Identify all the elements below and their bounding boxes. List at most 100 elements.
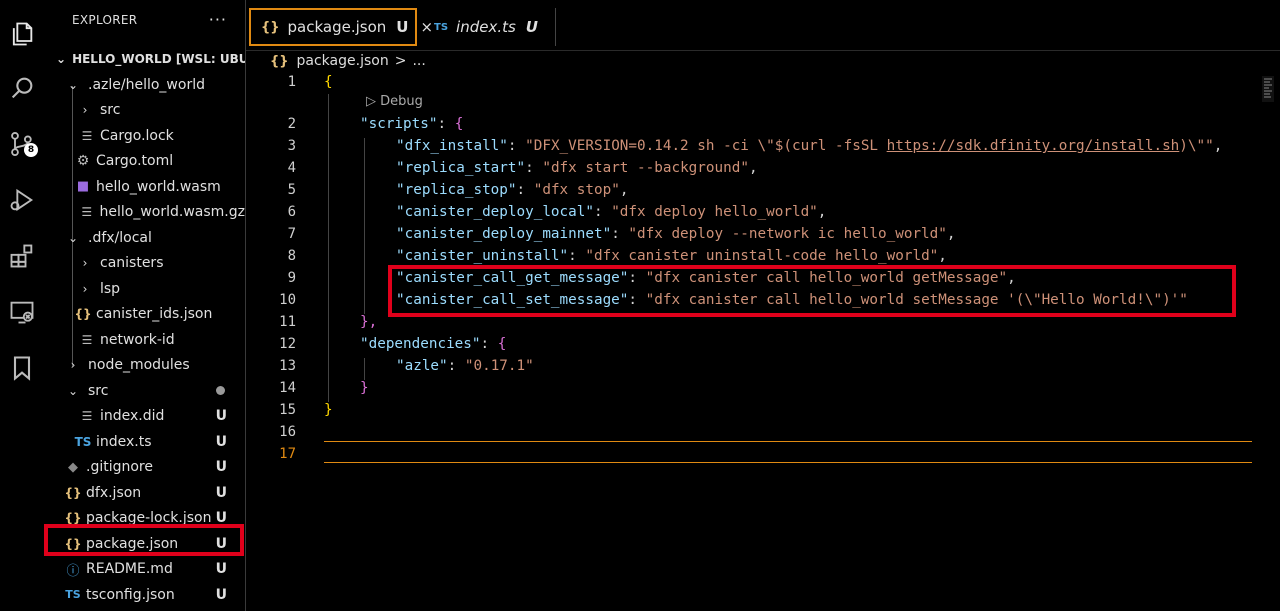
tree-file-dfx-json[interactable]: {} dfx.json U bbox=[44, 480, 245, 506]
tree-file-cargo-lock[interactable]: ☰ Cargo.lock bbox=[44, 123, 245, 149]
tree-item-label: Cargo.toml bbox=[96, 153, 174, 170]
tree-file-canister-ids-json[interactable]: {} canister_ids.json bbox=[44, 302, 245, 328]
tree-item-label: .gitignore bbox=[86, 459, 153, 476]
untracked-badge: U bbox=[215, 459, 227, 476]
install-link: https://sdk.dfinity.org/install.sh bbox=[886, 138, 1180, 154]
line-number: 10 bbox=[279, 292, 296, 308]
wasm-icon: ■ bbox=[76, 179, 90, 195]
tree-folder-lsp[interactable]: › lsp bbox=[44, 276, 245, 302]
untracked-badge: U bbox=[215, 408, 227, 425]
tab-index-ts[interactable]: TS index.ts U bbox=[422, 8, 556, 46]
json-icon: {} bbox=[74, 307, 92, 322]
tree-folder-src-root[interactable]: ⌄ src bbox=[44, 378, 245, 404]
line-number: 5 bbox=[287, 182, 296, 198]
tree-item-label: Cargo.lock bbox=[100, 127, 174, 144]
highlight-annotation bbox=[44, 524, 244, 556]
play-icon: ▷ bbox=[366, 94, 376, 109]
tree-file-index-did[interactable]: ☰ index.did U bbox=[44, 404, 245, 430]
tree-file-hello-world-wasm[interactable]: ■ hello_world.wasm bbox=[44, 174, 245, 200]
current-line-highlight bbox=[324, 441, 1252, 463]
tree-folder-src[interactable]: › src bbox=[44, 98, 245, 124]
line-number: 4 bbox=[287, 160, 296, 176]
untracked-badge: U bbox=[525, 18, 538, 36]
workspace-root-label: HELLO_WORLD [WSL: UBU... bbox=[72, 52, 245, 66]
line-number: 13 bbox=[279, 358, 296, 374]
tree-folder-dfx-local[interactable]: ⌄ .dfx/local bbox=[44, 225, 245, 251]
modified-dot bbox=[216, 386, 225, 396]
tree-item-label: canisters bbox=[100, 255, 164, 272]
code-line-6: "canister_deploy_local": "dfx deploy hel… bbox=[396, 204, 827, 220]
tab-label: index.ts bbox=[456, 18, 516, 36]
tree-item-label: hello_world.wasm.gz bbox=[99, 204, 245, 221]
line-number: 2 bbox=[287, 116, 296, 132]
explorer-title: EXPLORER bbox=[72, 13, 138, 27]
code-line-5: "replica_stop": "dfx stop", bbox=[396, 182, 629, 198]
code-line-1: { bbox=[324, 74, 333, 90]
code-line-4: "replica_start": "dfx start --background… bbox=[396, 160, 758, 176]
info-icon: ⓘ bbox=[66, 563, 80, 579]
code-line-13: "azle": "0.17.1" bbox=[396, 358, 534, 374]
chevron-right-icon: › bbox=[82, 256, 88, 271]
line-number: 12 bbox=[279, 336, 296, 352]
code-line-8: "canister_uninstall": "dfx canister unin… bbox=[396, 248, 947, 264]
more-actions-icon[interactable]: ··· bbox=[209, 10, 227, 29]
untracked-badge: U bbox=[396, 18, 409, 36]
chevron-right-icon: › bbox=[82, 103, 88, 118]
tree-item-label: index.did bbox=[100, 408, 165, 425]
tree-folder-azle-hello-world[interactable]: ⌄ .azle/hello_world bbox=[44, 72, 245, 98]
tree-item-label: network-id bbox=[100, 331, 175, 348]
tree-item-label: tsconfig.json bbox=[86, 586, 175, 603]
explorer-icon[interactable] bbox=[6, 18, 38, 50]
workspace-root[interactable]: ⌄ HELLO_WORLD [WSL: UBU... bbox=[44, 48, 245, 70]
indent-guide bbox=[328, 94, 329, 402]
tree-folder-node-modules[interactable]: › node_modules bbox=[44, 353, 245, 379]
typescript-icon: TS bbox=[434, 21, 449, 33]
tab-package-json[interactable]: {} package.json U × bbox=[249, 8, 433, 46]
tree-file-gitignore[interactable]: ◆ .gitignore U bbox=[44, 455, 245, 481]
breadcrumb-separator: > bbox=[394, 53, 407, 69]
breadcrumb-more[interactable]: ... bbox=[412, 53, 425, 69]
tree-item-label: index.ts bbox=[96, 433, 152, 450]
remote-explorer-icon[interactable] bbox=[6, 296, 38, 328]
source-control-badge: 8 bbox=[24, 143, 38, 157]
code-line-2: "scripts": { bbox=[360, 116, 464, 132]
json-icon: {} bbox=[270, 53, 289, 69]
source-control-icon[interactable]: 8 bbox=[6, 128, 38, 160]
tree-item-label: .azle/hello_world bbox=[88, 76, 205, 93]
code-editor[interactable]: 1 2 3 4 5 6 7 8 9 10 11 12 13 14 15 16 1… bbox=[246, 72, 1280, 611]
line-number: 6 bbox=[287, 204, 296, 220]
typescript-icon: TS bbox=[74, 434, 92, 449]
line-number: 3 bbox=[287, 138, 296, 154]
chevron-down-icon: ⌄ bbox=[67, 383, 79, 398]
tree-file-readme-md[interactable]: ⓘ README.md U bbox=[44, 557, 245, 583]
code-line-7: "canister_deploy_mainnet": "dfx deploy -… bbox=[396, 226, 956, 242]
line-number: 15 bbox=[279, 402, 296, 418]
tree-item-label: dfx.json bbox=[86, 484, 142, 501]
tree-folder-canisters[interactable]: › canisters bbox=[44, 251, 245, 277]
tree-item-label: README.md bbox=[86, 561, 173, 578]
activity-bar: 8 bbox=[0, 0, 44, 611]
extensions-icon[interactable] bbox=[6, 240, 38, 272]
file-lines-icon: ☰ bbox=[81, 332, 93, 347]
indent-guide bbox=[364, 358, 365, 380]
tree-file-hello-world-wasm-gz[interactable]: ☰ hello_world.wasm.gz bbox=[44, 200, 245, 226]
minimap-icon[interactable] bbox=[1262, 76, 1274, 102]
run-debug-icon[interactable] bbox=[6, 184, 38, 216]
tree-item-label: src bbox=[88, 382, 109, 399]
git-icon: ◆ bbox=[68, 459, 78, 475]
file-lines-icon: ☰ bbox=[81, 205, 93, 220]
debug-codelens[interactable]: ▷ Debug bbox=[366, 94, 423, 109]
line-number: 17 bbox=[279, 446, 296, 462]
tree-file-network-id[interactable]: ☰ network-id bbox=[44, 327, 245, 353]
bookmark-icon[interactable] bbox=[6, 352, 38, 384]
search-icon[interactable] bbox=[6, 72, 38, 104]
chevron-right-icon: › bbox=[82, 281, 88, 296]
breadcrumb: {} package.json > ... bbox=[246, 50, 426, 72]
explorer-sidebar: EXPLORER ··· ⌄ HELLO_WORLD [WSL: UBU... … bbox=[44, 0, 246, 611]
tree-file-cargo-toml[interactable]: ⚙ Cargo.toml bbox=[44, 149, 245, 175]
breadcrumb-file[interactable]: package.json bbox=[297, 53, 389, 69]
tree-item-label: lsp bbox=[100, 280, 121, 297]
tree-file-tsconfig-json[interactable]: TS tsconfig.json U bbox=[44, 582, 245, 608]
tree-file-index-ts[interactable]: TS index.ts U bbox=[44, 429, 245, 455]
indent-guide bbox=[364, 138, 365, 314]
